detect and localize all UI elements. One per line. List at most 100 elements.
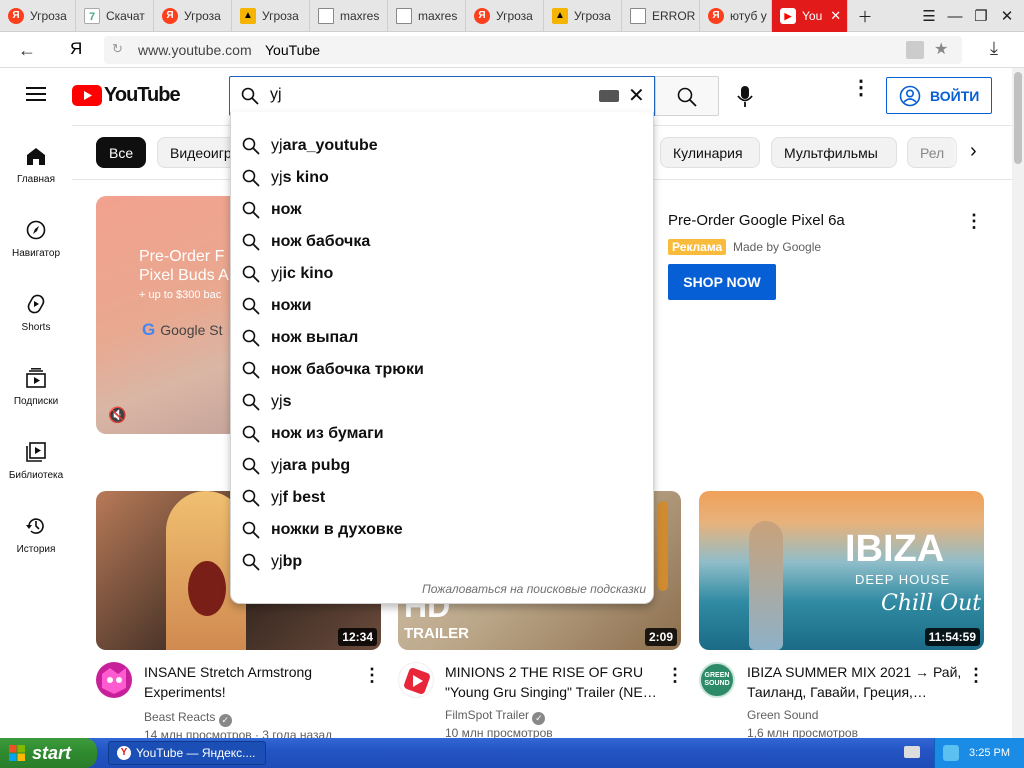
browser-tab[interactable]: ▲ Угроза [544, 0, 622, 32]
suggestion-item[interactable]: нож выпал [231, 322, 655, 354]
yandex-browser-icon: Y [117, 746, 131, 760]
compass-icon [26, 220, 46, 240]
browser-tab[interactable]: Я Угроза [0, 0, 76, 32]
microphone-icon[interactable] [737, 86, 753, 113]
nav-library[interactable]: Библиотека [0, 442, 72, 481]
ad-title[interactable]: Pre-Order Google Pixel 6a [668, 212, 845, 229]
back-arrow-icon[interactable]: ← [18, 40, 36, 61]
close-tab-icon[interactable]: ✕ [830, 8, 841, 24]
browser-tab[interactable]: Яютуб у [700, 0, 772, 32]
browser-tab[interactable]: maxres [388, 0, 466, 32]
mute-icon[interactable]: 🔇 [108, 406, 127, 424]
nav-history[interactable]: История [0, 516, 72, 555]
chip-cooking[interactable]: Кулинария [660, 137, 760, 168]
search-suggestions-dropdown: yjara_youtube yjs kino нож нож бабочка yjic … [230, 112, 654, 604]
suggestion-item[interactable]: нож из бумаги [231, 418, 655, 450]
account-icon [899, 85, 921, 106]
chip-games[interactable]: Видеоигр [157, 137, 237, 168]
search-button[interactable] [655, 76, 719, 116]
browser-tab-active[interactable]: ▶ You ✕ [772, 0, 848, 32]
yandex-logo-icon[interactable]: Я [70, 39, 82, 59]
video-title[interactable]: IBIZA SUMMER MIX 2021 → Рай, Таиланд, Га… [747, 662, 962, 702]
settings-more-icon[interactable]: ⋮ [851, 78, 871, 98]
start-button[interactable]: start [0, 738, 97, 768]
report-suggestions-link[interactable]: Пожаловаться на поисковые подсказки [422, 582, 646, 596]
close-window-icon[interactable]: ✕ [994, 0, 1020, 32]
channel-avatar[interactable]: GREEN SOUND [699, 662, 735, 698]
youtube-logo[interactable]: YouTube [72, 84, 181, 107]
browser-tab[interactable]: ▲ Угроза [232, 0, 310, 32]
signin-button[interactable]: ВОЙТИ [886, 77, 992, 114]
search-icon [242, 169, 260, 187]
video-title[interactable]: MINIONS 2 THE RISE OF GRU "Young Gru Sin… [445, 662, 660, 702]
chip-cartoons[interactable]: Мультфильмы [771, 137, 897, 168]
home-icon [27, 148, 45, 165]
nav-shorts[interactable]: Shorts [0, 294, 72, 333]
nav-explore[interactable]: Навигатор [0, 220, 72, 259]
network-icon[interactable] [943, 745, 959, 761]
suggestion-item[interactable]: нож бабочка [231, 226, 655, 258]
suggestion-item[interactable]: yjs kino [231, 162, 655, 194]
suggestion-item[interactable]: yjic kino [231, 258, 655, 290]
clear-search-icon[interactable]: ✕ [628, 83, 645, 108]
bookmark-star-icon[interactable]: ★ [934, 39, 948, 59]
new-tab-icon[interactable]: ＋ [852, 0, 878, 32]
page-scrollbar[interactable] [1012, 68, 1024, 738]
chevron-right-icon[interactable]: › [970, 140, 977, 163]
channel-avatar[interactable] [96, 662, 132, 698]
browser-tab[interactable]: 7 Скачат [76, 0, 154, 32]
suggestion-item[interactable]: ножки в духовке [231, 514, 655, 546]
suggestion-item[interactable]: yjf best [231, 482, 655, 514]
address-bar-row: ← Я ↻ www.youtube.com YouTube ★ ⤓ [0, 32, 1024, 68]
channel-name[interactable]: FilmSpot Trailer ✓ [445, 708, 546, 725]
ad-banner[interactable]: Pre-Order F Pixel Buds A + up to $300 ba… [96, 196, 236, 434]
browser-tab[interactable]: Я Угроза [154, 0, 232, 32]
hamburger-menu-icon[interactable] [26, 86, 46, 107]
video-more-icon[interactable]: ⋮ [362, 663, 382, 687]
scrollbar-thumb[interactable] [1014, 72, 1022, 164]
video-duration: 11:54:59 [924, 628, 980, 646]
suggestion-item[interactable]: нож [231, 194, 655, 226]
reader-mode-icon[interactable] [906, 41, 924, 59]
yandex-icon: Я [162, 8, 178, 24]
minimize-icon[interactable]: — [942, 0, 968, 32]
restore-icon[interactable]: ❐ [968, 0, 994, 32]
menu-icon[interactable]: ☰ [916, 0, 942, 32]
reload-icon[interactable]: ↻ [112, 41, 123, 57]
downloads-icon[interactable]: ⤓ [990, 38, 998, 59]
channel-avatar[interactable] [398, 662, 434, 698]
chip-all[interactable]: Все [96, 137, 146, 168]
suggestion-item[interactable]: нож бабочка трюки [231, 354, 655, 386]
keyboard-icon[interactable] [599, 90, 619, 102]
video-title[interactable]: INSANE Stretch Armstrong Experiments! [144, 662, 354, 702]
keyboard-tray-icon[interactable] [904, 746, 920, 758]
video-more-icon[interactable]: ⋮ [966, 663, 986, 687]
suggestion-item[interactable]: yjara_youtube [231, 130, 655, 162]
search-box[interactable]: yj ✕ [229, 76, 655, 116]
shop-now-button[interactable]: SHOP NOW [668, 264, 776, 300]
search-icon [242, 201, 260, 219]
nav-subscriptions[interactable]: Подписки [0, 368, 72, 407]
browser-tab[interactable]: ERROR [622, 0, 700, 32]
search-input[interactable]: yj [270, 86, 282, 104]
system-tray: 3:25 PM [934, 738, 1024, 768]
video-more-icon[interactable]: ⋮ [665, 663, 685, 687]
document-icon [630, 8, 646, 24]
ad-more-icon[interactable]: ⋮ [965, 211, 983, 232]
ad-advertiser: Made by Google [733, 240, 822, 254]
taskbar-window-button[interactable]: Y YouTube — Яндекс.... [108, 741, 266, 765]
suggestion-item[interactable]: yjara pubg [231, 450, 655, 482]
video-thumbnail[interactable]: IBIZA DEEP HOUSE Chill Out 11:54:59 [699, 491, 984, 650]
nav-home[interactable]: Главная [0, 146, 72, 185]
search-icon [242, 265, 260, 283]
channel-name[interactable]: Beast Reacts ✓ [144, 710, 232, 727]
google-logo-icon: G [142, 320, 156, 339]
document-icon [396, 8, 412, 24]
browser-tab[interactable]: maxres [310, 0, 388, 32]
browser-tab[interactable]: Я Угроза [466, 0, 544, 32]
channel-name[interactable]: Green Sound [747, 708, 818, 722]
address-field[interactable]: ↻ www.youtube.com YouTube ★ [104, 36, 962, 64]
suggestion-item[interactable]: yjbp [231, 546, 655, 578]
suggestion-item[interactable]: ножи [231, 290, 655, 322]
suggestion-item[interactable]: yjs [231, 386, 655, 418]
